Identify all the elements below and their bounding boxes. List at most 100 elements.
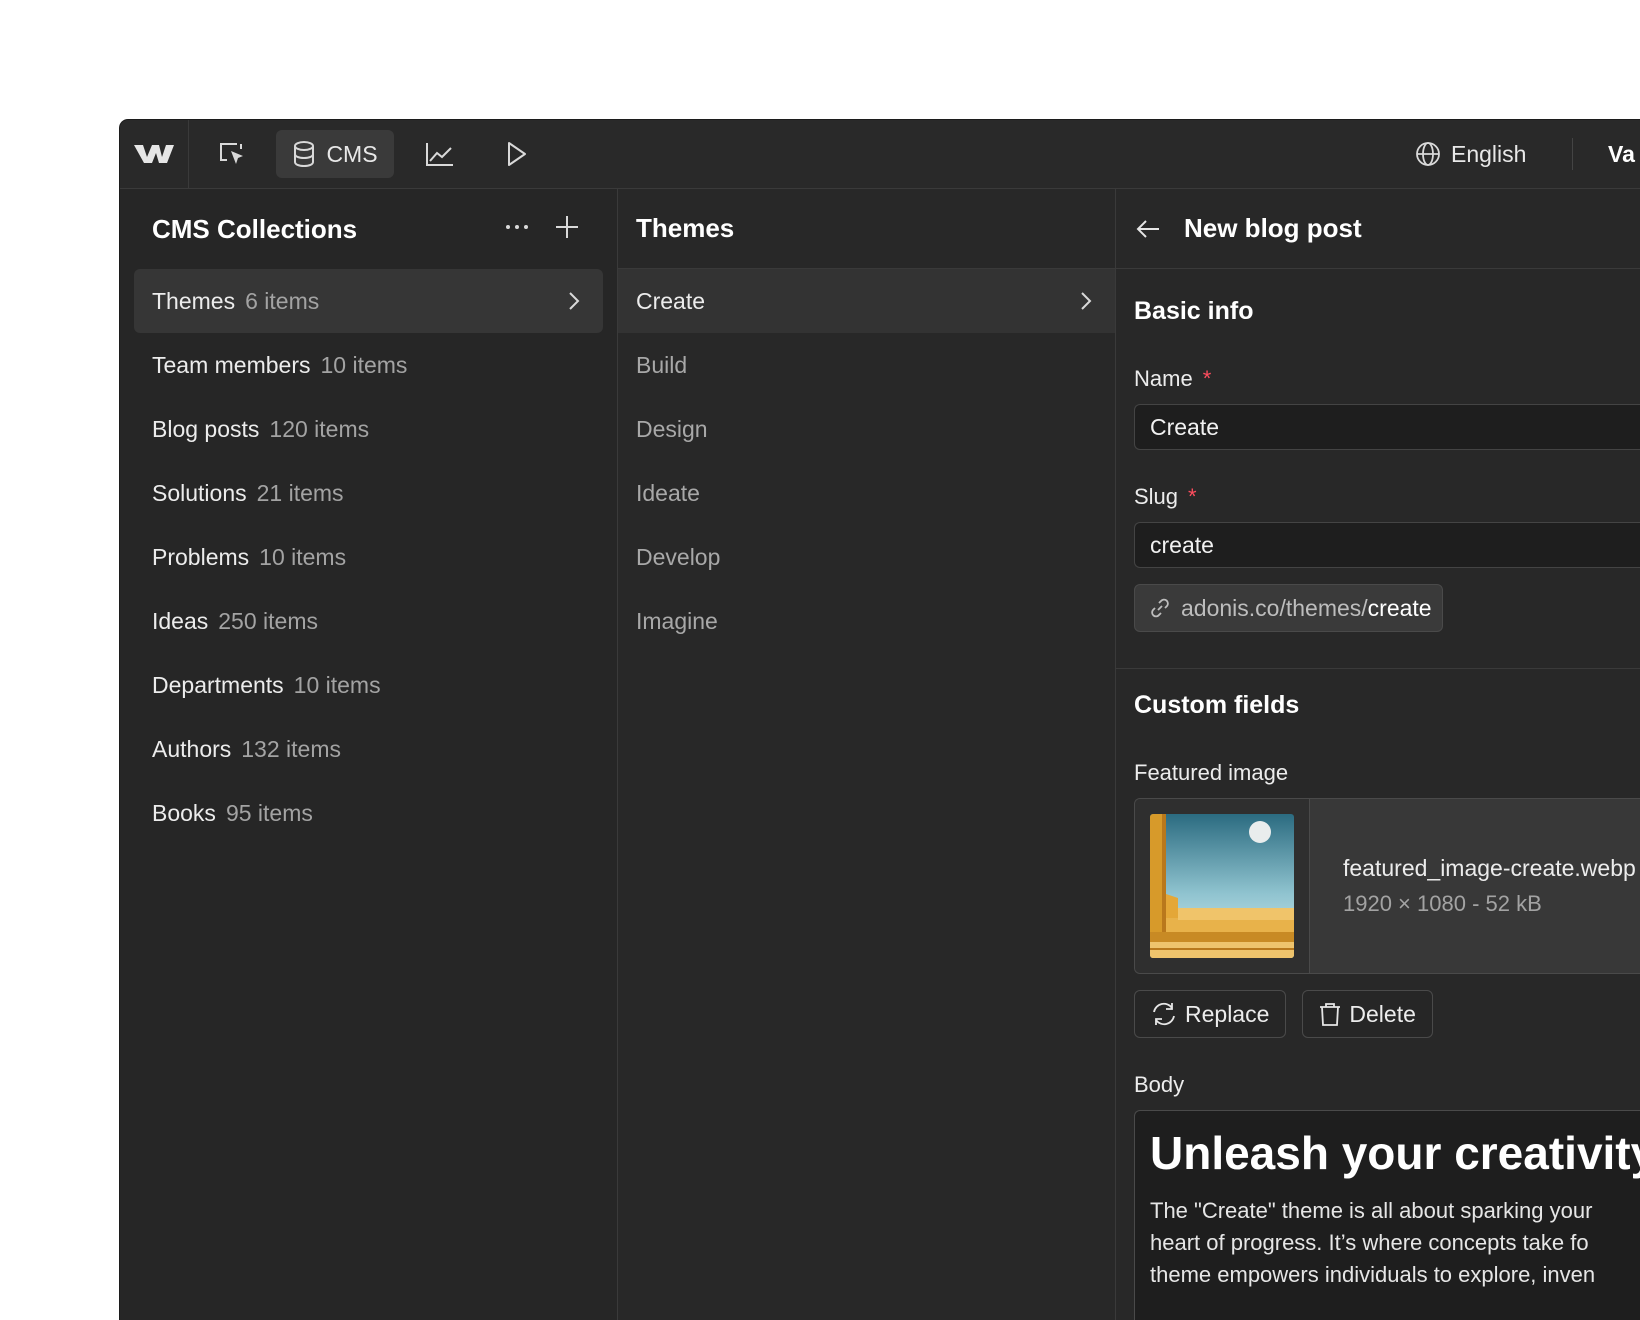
toolbar-divider <box>1572 138 1573 170</box>
collections-panel: CMS Collections Themes 6 items Team memb… <box>120 189 618 1320</box>
user-menu[interactable]: Va <box>1608 130 1635 178</box>
collection-name: Team members <box>152 351 311 378</box>
body-line: theme empowers individuals to explore, i… <box>1150 1262 1596 1287</box>
collection-item[interactable]: Books 95 items <box>134 781 603 845</box>
chevron-right-icon <box>569 292 580 310</box>
collection-name: Ideas <box>152 607 209 634</box>
slug-url-link[interactable]: adonis.co/themes/create <box>1134 584 1443 632</box>
editor-header: New blog post <box>1116 189 1640 269</box>
slug-input[interactable]: create <box>1134 522 1640 568</box>
featured-image-picture <box>1150 814 1294 958</box>
collection-name: Books <box>152 799 216 826</box>
theme-item[interactable]: Ideate <box>618 461 1115 525</box>
body-heading: Unleash your creativity <box>1150 1127 1640 1179</box>
name-field-label: Name * <box>1134 366 1640 392</box>
collection-count: 10 items <box>320 351 408 378</box>
basic-info-title: Basic info <box>1134 297 1254 325</box>
collection-name: Authors <box>152 735 232 762</box>
collections-list: Themes 6 items Team members 10 items Blo… <box>120 269 617 845</box>
theme-item[interactable]: Create <box>618 269 1115 333</box>
add-collection-button[interactable] <box>553 213 581 241</box>
item-editor-panel: New blog post Basic info Name * Create S… <box>1116 189 1640 1320</box>
arrow-left-icon <box>1136 219 1159 238</box>
collection-count: 95 items <box>225 799 313 826</box>
collections-title: CMS Collections <box>152 213 358 244</box>
collection-name: Solutions <box>152 479 247 506</box>
themes-title: Themes <box>636 213 735 243</box>
collection-count: 120 items <box>269 415 370 442</box>
collection-item[interactable]: Departments 10 items <box>134 653 603 717</box>
delete-image-button[interactable]: Delete <box>1302 990 1433 1038</box>
collection-item[interactable]: Blog posts 120 items <box>134 397 603 461</box>
collection-item[interactable]: Solutions 21 items <box>134 461 603 525</box>
theme-item[interactable]: Imagine <box>618 589 1115 653</box>
themes-header: Themes <box>618 189 1115 269</box>
language-selector[interactable]: English <box>1415 130 1526 178</box>
link-icon <box>1151 598 1169 618</box>
collections-header: CMS Collections <box>120 189 617 269</box>
collection-item[interactable]: Themes 6 items <box>134 269 603 333</box>
cms-tab-label: CMS <box>326 140 378 167</box>
theme-name: Develop <box>636 543 721 570</box>
theme-item[interactable]: Build <box>618 333 1115 397</box>
slug-label: Slug <box>1134 484 1179 509</box>
custom-fields-section: Custom fields Featured image featured_im… <box>1116 669 1640 1320</box>
image-actions: Replace Delete <box>1134 990 1640 1038</box>
name-input-value: Create <box>1150 413 1220 440</box>
featured-image-filename: featured_image-create.webp <box>1343 855 1636 881</box>
body-paragraph: The "Create" theme is all about sparking… <box>1150 1195 1640 1291</box>
trash-icon <box>1320 1003 1341 1026</box>
webflow-logo-icon <box>134 145 174 163</box>
designer-select-button[interactable] <box>208 130 256 178</box>
body-line: heart of progress. It’s where concepts t… <box>1150 1230 1589 1255</box>
cursor-select-icon <box>220 143 243 164</box>
globe-icon <box>1416 142 1440 166</box>
editor-title: New blog post <box>1184 213 1362 243</box>
collection-item[interactable]: Problems 10 items <box>134 525 603 589</box>
replace-label: Replace <box>1185 1000 1270 1027</box>
collection-name: Themes <box>152 287 236 314</box>
delete-label: Delete <box>1349 1000 1416 1027</box>
collection-item[interactable]: Team members 10 items <box>134 333 603 397</box>
more-horizontal-icon <box>506 225 528 229</box>
cms-tab-button[interactable]: CMS <box>276 130 394 178</box>
collection-item[interactable]: Authors 132 items <box>134 717 603 781</box>
name-label: Name <box>1134 366 1193 391</box>
featured-image-label-text: Featured image <box>1134 760 1289 785</box>
featured-image-label: Featured image <box>1134 760 1640 786</box>
language-label: English <box>1451 140 1527 167</box>
chevron-right-icon <box>1081 292 1092 310</box>
collection-count: 132 items <box>241 735 341 762</box>
body-label: Body <box>1134 1072 1185 1097</box>
theme-name: Imagine <box>636 607 718 634</box>
play-icon <box>508 142 526 166</box>
collection-name: Blog posts <box>152 415 260 442</box>
analytics-button[interactable] <box>416 130 464 178</box>
replace-image-button[interactable]: Replace <box>1134 990 1287 1038</box>
body-rich-text-editor[interactable]: Unleash your creativity The "Create" the… <box>1134 1110 1640 1320</box>
collection-count: 250 items <box>218 607 318 634</box>
replace-arrows-icon <box>1153 1002 1175 1026</box>
body-field-label: Body <box>1134 1072 1640 1098</box>
collection-count: 10 items <box>293 671 381 698</box>
custom-fields-title: Custom fields <box>1134 691 1300 719</box>
featured-image-card[interactable]: featured_image-create.webp 1920 × 1080 -… <box>1134 798 1640 974</box>
collection-name: Problems <box>152 543 250 570</box>
collection-item[interactable]: Ideas 250 items <box>134 589 603 653</box>
slug-url-prefix: adonis.co/themes/ <box>1181 594 1368 621</box>
featured-image-meta: 1920 × 1080 - 52 kB <box>1343 891 1542 916</box>
back-button[interactable] <box>1134 215 1162 243</box>
preview-button[interactable] <box>492 130 540 178</box>
user-menu-label: Va <box>1608 140 1635 167</box>
collection-count: 10 items <box>259 543 347 570</box>
slug-url-slug: create <box>1367 594 1432 621</box>
collections-more-button[interactable] <box>503 213 531 241</box>
collection-count: 21 items <box>256 479 344 506</box>
name-input[interactable]: Create <box>1134 404 1640 450</box>
theme-item[interactable]: Develop <box>618 525 1115 589</box>
featured-image-thumbnail <box>1150 814 1294 958</box>
theme-name: Create <box>636 287 706 314</box>
themes-panel: Themes Create Build Design Ideate Develo… <box>618 189 1116 1320</box>
webflow-logo[interactable] <box>120 120 189 188</box>
theme-item[interactable]: Design <box>618 397 1115 461</box>
